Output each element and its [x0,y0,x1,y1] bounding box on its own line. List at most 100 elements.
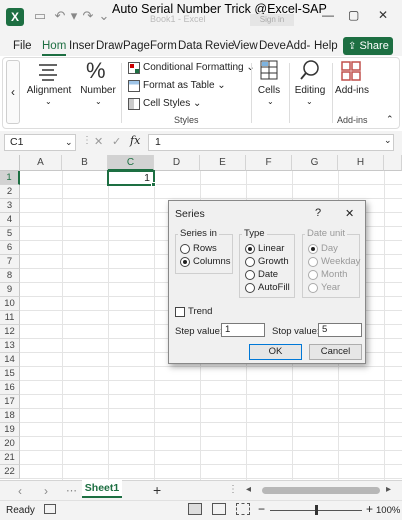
page-break-view-icon[interactable] [236,503,250,515]
name-box-dropdown-icon[interactable]: ⌄ [65,135,73,150]
alignment-dropdown-icon[interactable]: ⌄ [45,97,52,106]
next-sheet-icon[interactable]: › [44,484,48,498]
tab-draw[interactable]: Draw [96,40,123,52]
alignment-label[interactable]: Alignment [26,85,72,96]
editing-dropdown-icon[interactable]: ⌄ [306,97,313,106]
cells-dropdown-icon[interactable]: ⌄ [267,97,274,106]
ribbon-collapse-button[interactable]: ‹ [6,60,20,124]
tab-insert[interactable]: Inser [69,40,95,52]
radio-year-label[interactable]: Year [321,282,340,293]
zoom-slider-thumb[interactable] [315,505,318,515]
tab-developer[interactable]: Deve [259,40,286,52]
maximize-icon[interactable]: ▢ [348,8,359,22]
number-dropdown-icon[interactable]: ⌄ [95,97,102,106]
more-sheets-icon[interactable]: ⋯ [66,484,77,497]
radio-autofill-label[interactable]: AutoFill [258,282,290,293]
column-header[interactable]: G [292,155,338,171]
column-header[interactable] [384,155,402,171]
column-header[interactable]: D [154,155,200,171]
page-layout-view-icon[interactable] [212,503,226,515]
insert-function-icon[interactable]: fx [130,134,140,147]
cells-label[interactable]: Cells [255,85,283,96]
radio-rows-label[interactable]: Rows [193,243,217,254]
cancel-entry-icon[interactable]: ✕ [94,135,103,148]
radio-date-label[interactable]: Date [258,269,278,280]
row-header[interactable]: 3 [0,199,20,213]
tab-home[interactable]: Hom [42,40,67,56]
row-header[interactable]: 22 [0,465,20,479]
zoom-out-icon[interactable]: − [258,502,265,516]
ribbon-collapse-icon[interactable]: ⌃ [386,114,394,125]
sign-in-button[interactable]: Sign in [250,14,294,26]
tab-review[interactable]: Revie [205,40,234,52]
trend-checkbox[interactable] [175,307,185,317]
tab-add-ins[interactable]: Add- [286,40,310,52]
radio-linear-label[interactable]: Linear [258,243,284,254]
editing-search-icon[interactable] [299,59,321,81]
cell-styles-icon[interactable] [128,98,140,110]
radio-linear[interactable] [245,244,255,254]
formula-input[interactable]: 1 [148,134,394,151]
scroll-right-icon[interactable]: ▸ [386,484,391,495]
sheet-tab-sheet1[interactable]: Sheet1 [82,480,122,498]
radio-columns[interactable] [180,257,190,267]
row-header[interactable]: 11 [0,311,20,325]
autosave-toggle-icon[interactable]: ▭ [32,8,48,24]
radio-weekday-label[interactable]: Weekday [321,256,360,267]
percent-icon[interactable]: % [86,58,106,84]
row-header[interactable]: 13 [0,339,20,353]
tab-file[interactable]: File [13,40,32,52]
cancel-button[interactable]: Cancel [309,344,362,360]
column-header-active[interactable]: C [108,155,154,171]
minimize-icon[interactable]: — [322,8,334,22]
trend-label[interactable]: Trend [188,306,212,317]
row-header[interactable]: 6 [0,241,20,255]
help-icon[interactable]: ? [315,207,321,219]
column-header[interactable]: H [338,155,384,171]
radio-autofill[interactable] [245,283,255,293]
row-header[interactable]: 8 [0,269,20,283]
radio-month-label[interactable]: Month [321,269,347,280]
column-header[interactable]: A [20,155,62,171]
row-header[interactable]: 12 [0,325,20,339]
tab-view[interactable]: View [233,40,258,52]
stop-value-input[interactable]: 5 [318,323,362,337]
close-window-icon[interactable]: ✕ [378,8,388,22]
radio-growth[interactable] [245,257,255,267]
customize-toolbar-icon[interactable]: ⌄ [96,8,112,24]
enter-entry-icon[interactable]: ✓ [112,135,121,148]
radio-month[interactable] [308,270,318,280]
fill-handle[interactable] [151,182,156,187]
radio-rows[interactable] [180,244,190,254]
format-as-table-icon[interactable] [128,80,140,92]
row-header[interactable]: 17 [0,395,20,409]
radio-year[interactable] [308,283,318,293]
column-header[interactable]: E [200,155,246,171]
tab-page-layout[interactable]: Page [123,40,150,52]
row-header[interactable]: 18 [0,409,20,423]
number-label[interactable]: Number [78,85,118,96]
radio-date[interactable] [245,270,255,280]
close-dialog-icon[interactable]: ✕ [345,207,354,220]
expand-formula-bar-icon[interactable]: ⌄ [384,135,392,146]
row-header-active[interactable]: 1 [0,171,20,185]
accessibility-icon[interactable] [44,504,56,514]
scroll-left-icon[interactable]: ◂ [246,484,251,495]
prev-sheet-icon[interactable]: ‹ [18,484,22,498]
row-header[interactable]: 5 [0,227,20,241]
add-ins-label[interactable]: Add-ins [334,85,370,96]
row-header[interactable]: 14 [0,353,20,367]
tab-formulas[interactable]: Form [150,40,177,52]
name-box[interactable]: C1 ⌄ [4,134,76,151]
step-value-input[interactable]: 1 [221,323,265,337]
radio-growth-label[interactable]: Growth [258,256,289,267]
format-as-table-button[interactable]: Format as Table ⌄ [143,80,226,91]
zoom-in-icon[interactable]: + [366,502,373,516]
cell-styles-button[interactable]: Cell Styles ⌄ [143,98,201,109]
radio-day[interactable] [308,244,318,254]
formula-options-icon[interactable]: ⋮ [82,135,92,146]
row-header[interactable]: 20 [0,437,20,451]
row-header[interactable]: 10 [0,297,20,311]
column-header[interactable]: B [62,155,108,171]
row-header[interactable]: 15 [0,367,20,381]
